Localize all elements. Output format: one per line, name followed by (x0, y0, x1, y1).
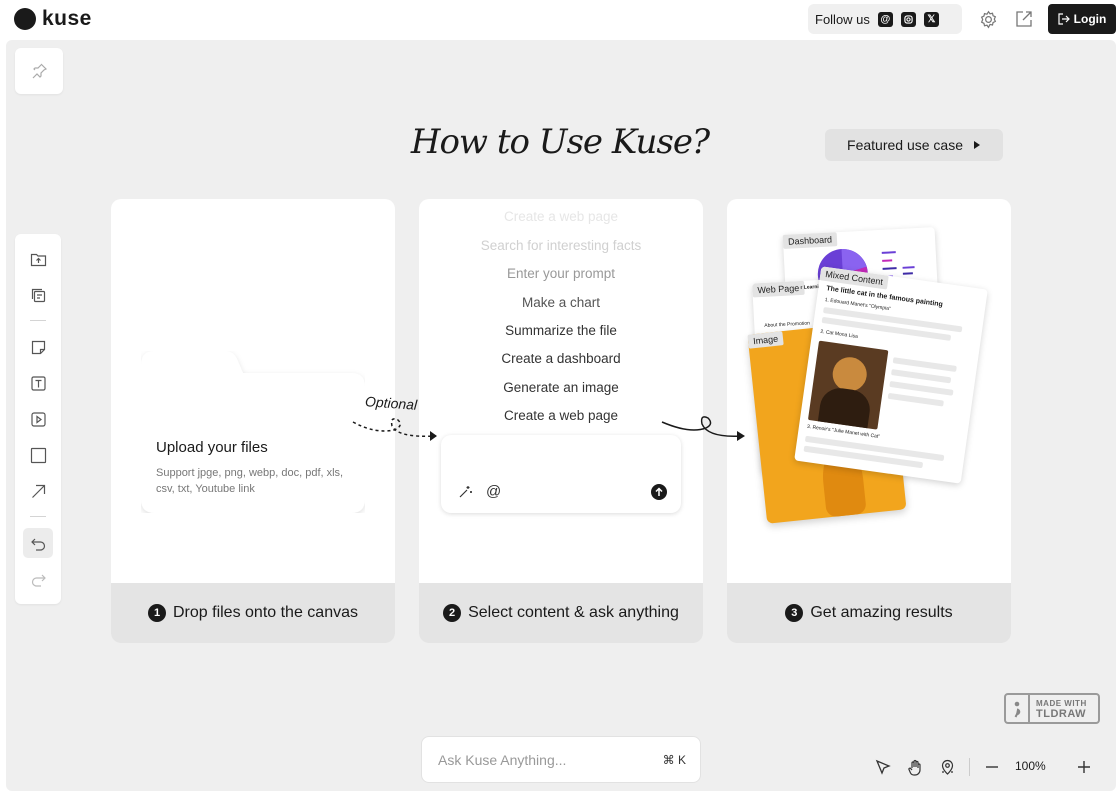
loop-arrow-icon (661, 416, 745, 441)
cat-body-shape (817, 385, 873, 430)
login-button[interactable]: Login (1048, 4, 1116, 34)
web-page-tag: Web Page (752, 280, 805, 298)
prompt-suggestion: Search for interesting facts (480, 238, 642, 253)
text-tool[interactable] (23, 368, 53, 398)
mention-icon: @ (486, 483, 502, 500)
sticky-note-icon (31, 340, 45, 354)
zoom-divider (969, 758, 970, 776)
prompt-suggestion: Create a web page (503, 209, 619, 224)
tldraw-text: MADE WITH TLDRAW (1030, 698, 1087, 720)
mixed-title: The little cat in the famous painting (825, 285, 944, 309)
search-placeholder: Ask Kuse Anything... (438, 752, 567, 768)
step-number: 1 (148, 604, 166, 622)
text-placeholder (887, 392, 944, 407)
x-icon[interactable]: 𝕏 (923, 11, 939, 27)
locate-pin-icon[interactable] (936, 756, 958, 778)
instagram-icon[interactable] (900, 11, 916, 27)
settings-gear-icon[interactable] (978, 9, 998, 29)
external-link-icon[interactable] (1014, 9, 1034, 29)
keyboard-shortcut: ⌘ K (662, 753, 686, 767)
cat-mona-lisa-image (807, 340, 889, 430)
tldraw-logo-icon (1006, 695, 1030, 722)
top-bar: kuse Follow us @ 𝕏 Login (0, 0, 1120, 38)
page-title: How to Use Kuse? (410, 122, 710, 162)
redo-tool[interactable] (23, 564, 53, 594)
left-toolbar (15, 234, 61, 604)
pin-button[interactable] (15, 48, 63, 94)
magic-wand-icon (459, 486, 472, 498)
undo-icon (30, 538, 45, 551)
send-arrow-icon (651, 484, 667, 500)
upload-title: Upload your files (156, 439, 268, 456)
rectangle-tool[interactable] (23, 440, 53, 470)
prompt-suggestion: Make a chart (521, 295, 601, 310)
step-label: Get amazing results (810, 604, 953, 621)
step-2-footer: 2 Select content & ask anything (419, 583, 703, 643)
toolbar-divider (30, 320, 46, 321)
toolbar-divider (30, 516, 46, 517)
text-icon (30, 375, 46, 391)
upload-file-tool[interactable] (23, 244, 53, 274)
text-placeholder (891, 369, 952, 384)
logo-text: kuse (42, 7, 92, 30)
play-icon (30, 411, 46, 427)
pin-icon (32, 63, 48, 79)
login-label: Login (1073, 12, 1107, 26)
step-card-results: Dashboard Web Page r Learning a About th… (727, 199, 1011, 643)
step-label: Drop files onto the canvas (173, 604, 358, 621)
featured-use-case-button[interactable]: Featured use case (825, 129, 1003, 161)
mixed-content-preview: Mixed Content The little cat in the famo… (794, 266, 988, 484)
prompt-suggestion: Summarize the file (505, 323, 617, 338)
play-triangle-icon (973, 141, 980, 149)
tldraw-line2: TLDRAW (1036, 707, 1087, 720)
follow-us: Follow us @ 𝕏 (808, 4, 962, 34)
prompt-suggestion: Enter your prompt (506, 266, 616, 281)
dashed-arrow-icon (352, 418, 437, 441)
threads-icon[interactable]: @ (877, 11, 893, 27)
upload-subtitle: Support jpge, png, webp, doc, pdf, xls, … (156, 467, 344, 495)
mixed-item: 2. Cat Mona Lisa (819, 328, 859, 340)
logo-mark-icon (14, 8, 36, 30)
featured-label: Featured use case (847, 137, 963, 153)
zoom-out-icon[interactable] (981, 756, 1003, 778)
prompt-suggestion: Generate an image (503, 380, 619, 395)
copy-tool[interactable] (23, 280, 53, 310)
step-3-footer: 3 Get amazing results (727, 583, 1011, 643)
hand-pan-icon[interactable] (904, 756, 926, 778)
zoom-level[interactable]: 100% (1015, 759, 1046, 773)
folder-upload-icon (30, 253, 46, 266)
step-number: 2 (443, 604, 462, 622)
arrow-tool[interactable] (23, 476, 53, 506)
prompt-input-box[interactable]: @ (441, 435, 681, 513)
select-cursor-icon[interactable] (872, 756, 894, 778)
redo-icon (31, 574, 46, 587)
kuse-logo[interactable]: kuse (14, 7, 92, 31)
sticky-note-tool[interactable] (23, 332, 53, 362)
step-1-footer: 1 Drop files onto the canvas (111, 583, 395, 643)
follow-label: Follow us (815, 11, 870, 27)
rectangle-icon (30, 447, 46, 463)
copy-icon (31, 288, 45, 302)
web-subheading: About the Promotion (764, 320, 811, 329)
image-tag: Image (747, 331, 784, 349)
login-icon (1058, 13, 1070, 25)
step-label: Select content & ask anything (468, 604, 679, 621)
zoom-in-icon[interactable] (1073, 756, 1095, 778)
arrow-icon (31, 484, 45, 498)
undo-tool[interactable] (23, 528, 53, 558)
step-number: 3 (785, 604, 804, 622)
ask-kuse-input[interactable]: Ask Kuse Anything... ⌘ K (421, 736, 701, 783)
media-tool[interactable] (23, 404, 53, 434)
made-with-tldraw-badge[interactable]: MADE WITH TLDRAW (1004, 693, 1100, 724)
prompt-suggestion: Create a dashboard (501, 351, 621, 366)
